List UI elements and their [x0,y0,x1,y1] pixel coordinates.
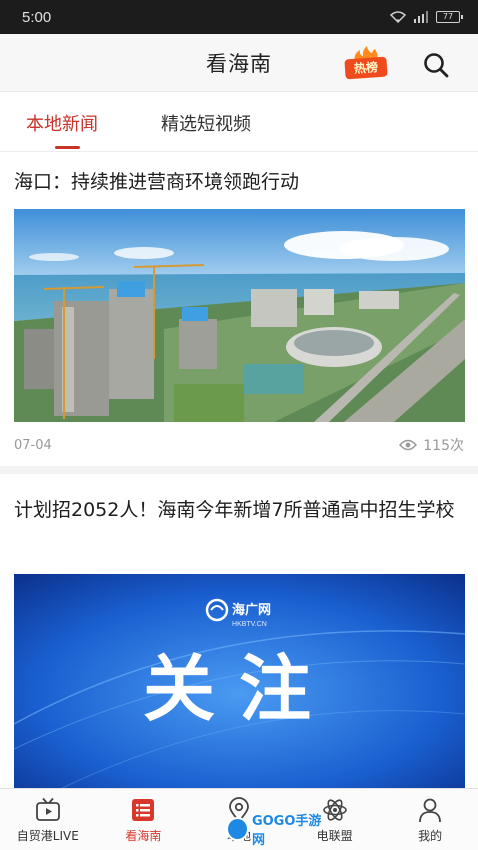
watermark-logo-icon [226,817,249,841]
hot-badge-label: 热榜 [344,56,388,80]
news-thumbnail[interactable] [14,209,465,422]
search-icon[interactable] [422,51,450,79]
eye-icon [399,439,418,451]
page-title: 看海南 [206,51,272,76]
status-bar: 5:00 77 [0,0,478,34]
news-item[interactable]: 计划招2052人！海南今年新增7所普通高中招生学校 海广网 HKBTV.CN 关… [0,482,478,792]
tab-local-news[interactable]: 本地新闻 [26,110,98,136]
active-tab-indicator [55,146,80,149]
nav-label: 自贸港LIVE [16,829,79,843]
news-title[interactable]: 计划招2052人！海南今年新增7所普通高中招生学校 [14,492,464,528]
news-thumbnail[interactable]: 海广网 HKBTV.CN 关注 [14,574,465,792]
status-time: 5:00 [22,8,52,26]
view-count: 115次 [399,435,464,455]
news-item[interactable]: 海口：持续推进营商环境领跑行动 07-04 115次 [0,152,478,474]
tab-short-videos[interactable]: 精选短视频 [161,110,251,136]
nav-label: 看海南 [125,829,162,843]
signal-icon [414,11,428,23]
nav-profile[interactable]: 我的 [382,789,478,850]
banner-headline: 关注 [143,647,335,731]
user-icon [419,798,442,823]
attention-banner-image: 海广网 HKBTV.CN 关注 [14,574,465,792]
wifi-icon [390,11,406,23]
watermark: GOGO手游网 [226,814,330,848]
battery-icon: 77 [436,11,463,23]
view-count-text: 115次 [423,438,464,454]
watermark-text: GOGO手游网 [251,814,322,848]
tv-play-icon [35,797,60,821]
nav-hainan[interactable]: 看海南 [96,789,192,850]
news-date: 07-04 [14,438,52,453]
news-tabs: 本地新闻 精选短视频 [0,92,478,152]
news-title[interactable]: 海口：持续推进营商环境领跑行动 [14,164,464,200]
banner-logo: 海广网 [232,602,271,617]
nav-ftz-live[interactable]: 自贸港LIVE [0,789,96,850]
nav-label: 我的 [418,829,443,843]
news-list-icon [132,799,155,821]
status-icons: 77 [390,11,463,23]
hot-list-button[interactable]: 热榜 [343,46,389,80]
app-header: 看海南 热榜 [0,34,478,92]
aerial-city-image [14,209,465,422]
banner-logo-sub: HKBTV.CN [232,621,267,628]
